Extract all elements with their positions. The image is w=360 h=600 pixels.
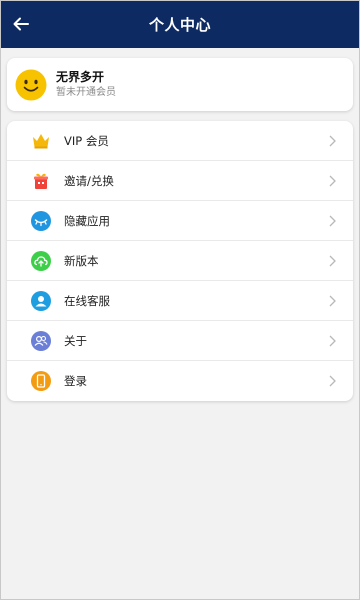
closed-eye-icon xyxy=(31,211,51,231)
menu-label: 邀请/兑换 xyxy=(64,174,114,188)
menu-list: VIP 会员 邀请/兑换 隐藏应用 新版本 在线客服 关于 登录 xyxy=(7,121,353,401)
menu-item-hide-apps[interactable]: 隐藏应用 xyxy=(7,201,353,241)
menu-item-invite-redeem[interactable]: 邀请/兑换 xyxy=(7,161,353,201)
profile-text: 无界多开 暂未开通会员 xyxy=(56,69,116,100)
phone-icon xyxy=(31,371,51,391)
chevron-right-icon xyxy=(329,135,336,147)
menu-label: VIP 会员 xyxy=(64,134,109,148)
chevron-right-icon xyxy=(329,375,336,387)
arrow-left-icon xyxy=(13,17,29,31)
about-users-icon xyxy=(31,331,51,351)
chevron-right-icon xyxy=(329,255,336,267)
menu-item-login[interactable]: 登录 xyxy=(7,361,353,401)
page-title: 个人中心 xyxy=(148,16,211,34)
menu-item-about[interactable]: 关于 xyxy=(7,321,353,361)
profile-name: 无界多开 xyxy=(56,70,105,84)
chevron-right-icon xyxy=(329,295,336,307)
menu-label: 关于 xyxy=(64,334,87,348)
cloud-upload-icon xyxy=(31,251,51,271)
menu-item-customer-service[interactable]: 在线客服 xyxy=(7,281,353,321)
menu-label: 登录 xyxy=(64,374,87,388)
user-icon xyxy=(31,291,51,311)
app-screen: 个人中心 无界多开 暂未开通会员 VIP 会员 邀请/兑换 隐藏应用 新版本 在… xyxy=(0,0,360,600)
profile-card[interactable]: 无界多开 暂未开通会员 xyxy=(7,58,353,111)
menu-item-vip[interactable]: VIP 会员 xyxy=(7,121,353,161)
menu-label: 隐藏应用 xyxy=(64,214,110,228)
back-button[interactable] xyxy=(5,8,37,40)
gift-icon xyxy=(31,171,51,191)
top-bar: 个人中心 xyxy=(1,1,359,48)
chevron-right-icon xyxy=(329,175,336,187)
smiley-face-icon xyxy=(15,69,47,100)
menu-item-new-version[interactable]: 新版本 xyxy=(7,241,353,281)
chevron-right-icon xyxy=(329,215,336,227)
crown-icon xyxy=(31,131,51,151)
menu-label: 在线客服 xyxy=(64,294,110,308)
menu-label: 新版本 xyxy=(64,254,99,268)
membership-status: 暂未开通会员 xyxy=(56,87,116,98)
chevron-right-icon xyxy=(329,335,336,347)
